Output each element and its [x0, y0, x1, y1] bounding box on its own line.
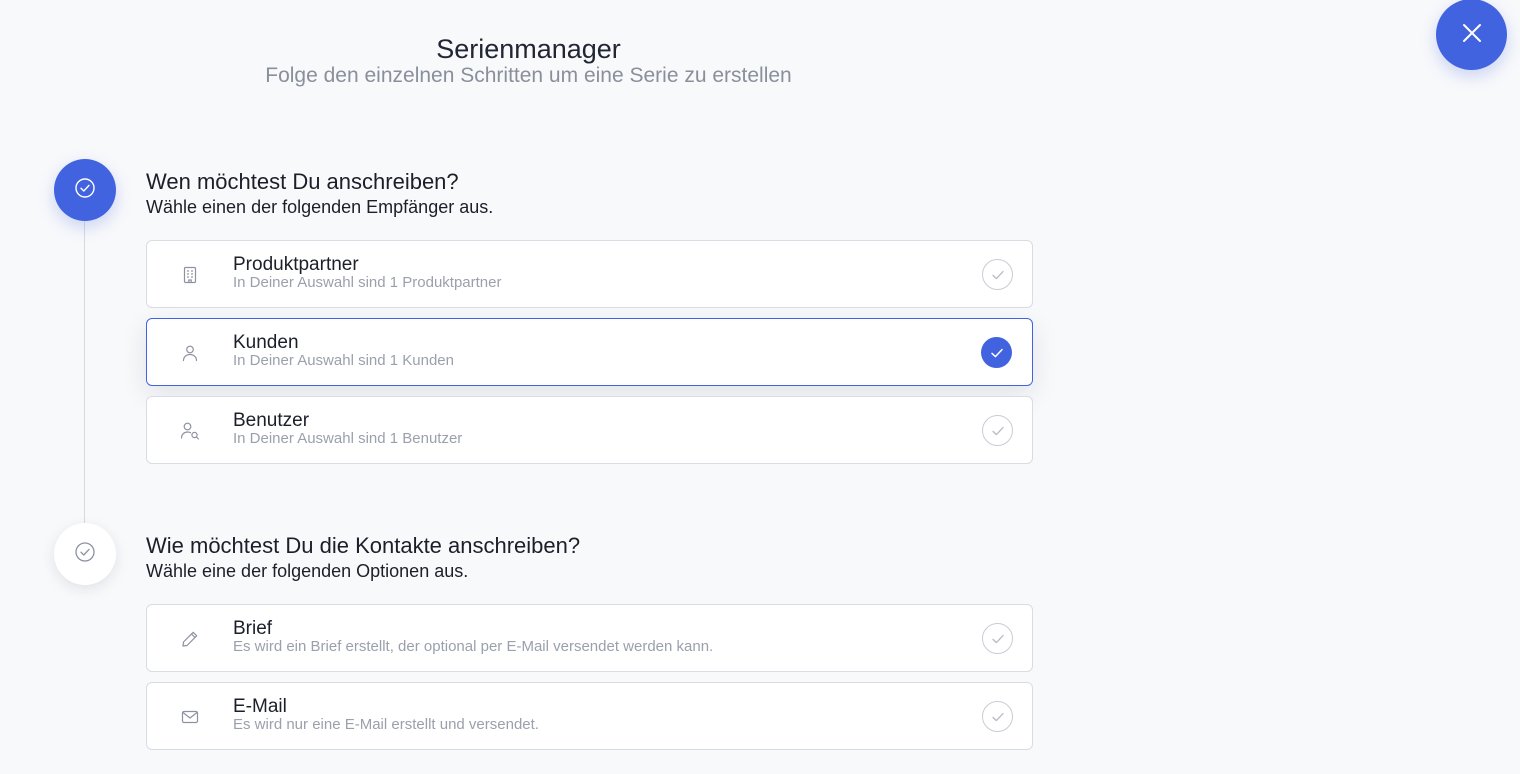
option-brief[interactable]: Brief Es wird ein Brief erstellt, der op…	[146, 604, 1033, 672]
page-header: Serienmanager Folge den einzelnen Schrit…	[0, 32, 1057, 90]
step-2-indicator	[54, 523, 116, 585]
checkmark-icon	[981, 337, 1012, 368]
step-1-hint: Wähle einen der folgenden Empfänger aus.	[146, 197, 494, 217]
step-2-question: Wie möchtest Du die Kontakte anschreiben…	[146, 533, 581, 558]
option-title: Benutzer	[233, 410, 310, 431]
step-1-indicator	[54, 159, 116, 221]
page-subtitle: Folge den einzelnen Schritten um eine Se…	[265, 64, 792, 87]
option-description: Es wird nur eine E-Mail erstellt und ver…	[233, 716, 539, 733]
checkmark-icon	[982, 701, 1013, 732]
check-circle-icon	[74, 177, 96, 204]
option-description: In Deiner Auswahl sind 1 Kunden	[233, 352, 454, 369]
option-description: In Deiner Auswahl sind 1 Benutzer	[233, 430, 463, 447]
page-title: Serienmanager	[436, 34, 621, 64]
step-1-header: Wen möchtest Du anschreiben? Wähle einen…	[146, 168, 493, 219]
timeline-connector	[84, 190, 85, 554]
option-kunden[interactable]: Kunden In Deiner Auswahl sind 1 Kunden	[146, 318, 1033, 386]
checkmark-icon	[982, 415, 1013, 446]
option-title: Kunden	[233, 332, 299, 353]
close-button[interactable]	[1436, 0, 1507, 70]
close-icon	[1461, 22, 1483, 47]
step-2-header: Wie möchtest Du die Kontakte anschreiben…	[146, 532, 580, 583]
pencil-icon	[177, 626, 203, 652]
option-benutzer[interactable]: Benutzer In Deiner Auswahl sind 1 Benutz…	[146, 396, 1033, 464]
option-title: Brief	[233, 618, 273, 639]
envelope-icon	[177, 704, 203, 730]
checkmark-icon	[982, 623, 1013, 654]
person-icon	[177, 340, 203, 366]
option-title: E-Mail	[233, 696, 287, 717]
option-description: In Deiner Auswahl sind 1 Produktpartner	[233, 274, 502, 291]
step-1-question: Wen möchtest Du anschreiben?	[146, 169, 459, 194]
step-2-hint: Wähle eine der folgenden Optionen aus.	[146, 561, 469, 581]
option-description: Es wird ein Brief erstellt, der optional…	[233, 638, 714, 655]
option-produktpartner[interactable]: Produktpartner In Deiner Auswahl sind 1 …	[146, 240, 1033, 308]
check-circle-icon	[74, 541, 96, 568]
user-search-icon	[177, 418, 203, 444]
option-e-mail[interactable]: E-Mail Es wird nur eine E-Mail erstellt …	[146, 682, 1033, 750]
building-icon	[177, 262, 203, 288]
checkmark-icon	[982, 259, 1013, 290]
series-manager-page: Serienmanager Folge den einzelnen Schrit…	[0, 0, 1520, 774]
option-title: Produktpartner	[233, 254, 359, 275]
